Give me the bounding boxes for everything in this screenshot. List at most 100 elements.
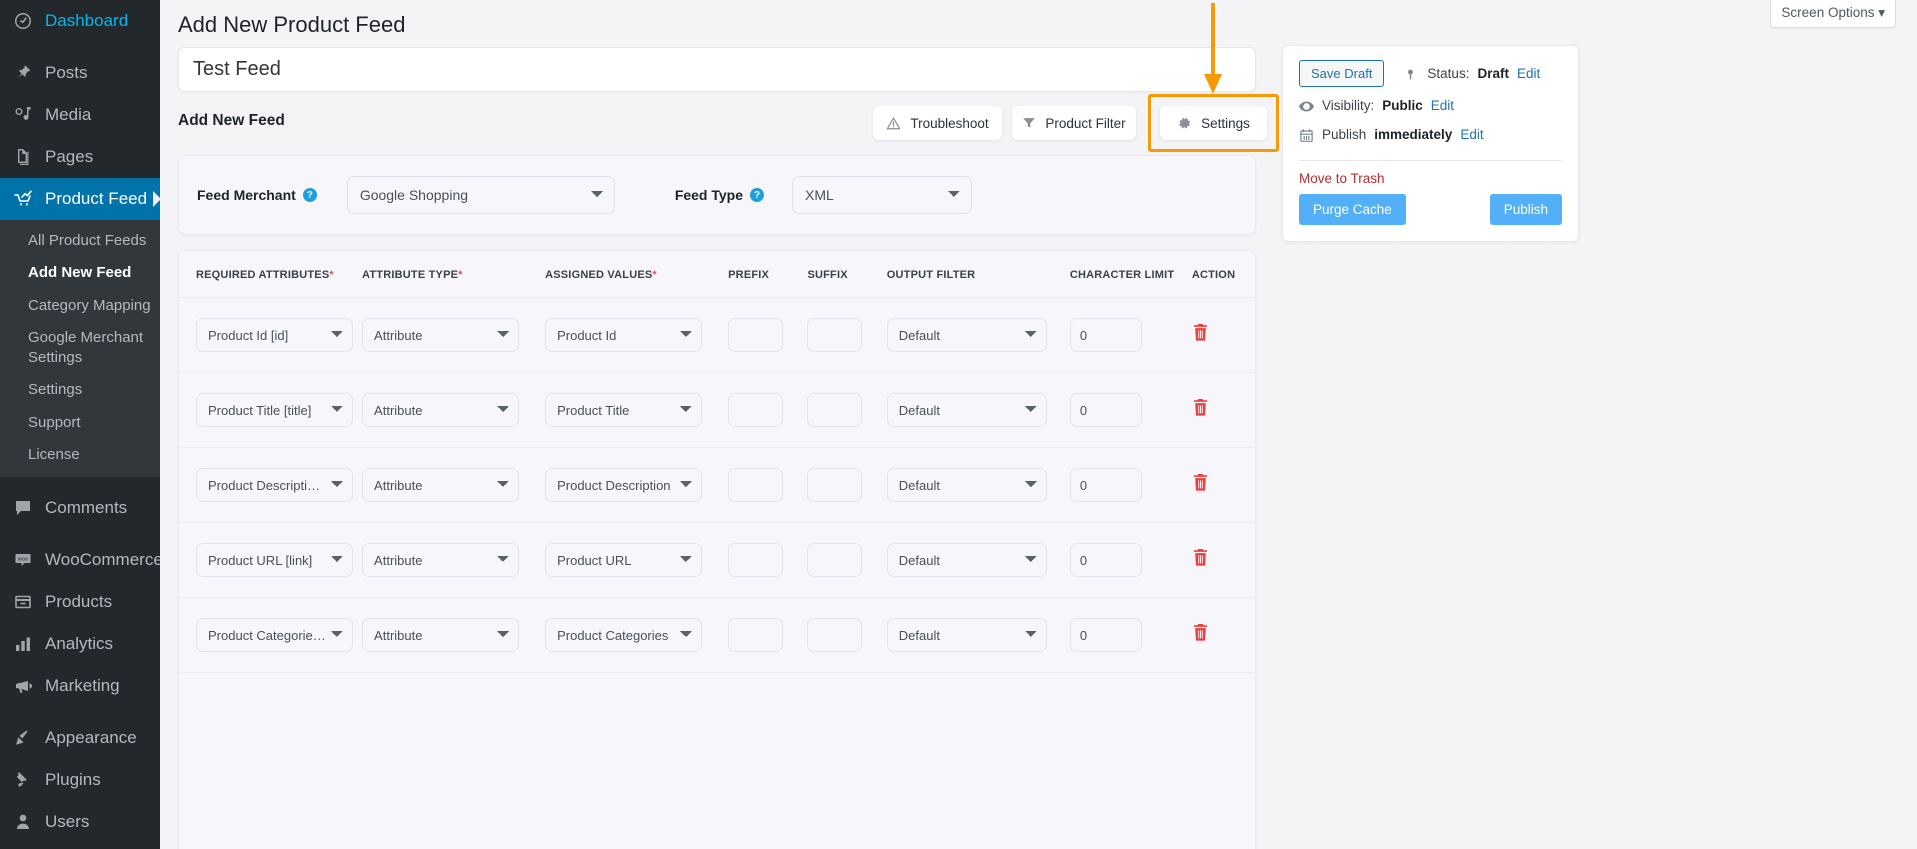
sidebar-item-woocommerce[interactable]: woo WooCommerce	[0, 539, 160, 581]
suffix-input[interactable]	[807, 393, 863, 427]
product-filter-button[interactable]: Product Filter	[1012, 106, 1136, 140]
screen-options-button[interactable]: Screen Options ▾	[1770, 0, 1896, 28]
sidebar-item-tools[interactable]: Tools	[0, 843, 160, 849]
cell-action	[1191, 522, 1255, 598]
cell-action	[1191, 372, 1255, 448]
sidebar-item-appearance[interactable]: Appearance	[0, 717, 160, 759]
help-icon-merchant[interactable]: ?	[302, 188, 317, 202]
assigned-value-select[interactable]: Product URL	[545, 543, 703, 577]
required-marker: *	[329, 269, 334, 281]
submenu-item-support[interactable]: Support	[0, 407, 160, 439]
col-attribute-type: ATTRIBUTE TYPE*	[362, 251, 546, 298]
sidebar-item-product-feed[interactable]: Product Feed	[0, 178, 160, 220]
sidebar-item-posts[interactable]: Posts	[0, 52, 160, 94]
sidebar-item-pages[interactable]: Pages	[0, 136, 160, 178]
attribute-type-select[interactable]: Attribute	[362, 468, 520, 502]
admin-sidebar: Dashboard Posts Media Pages Product Feed	[0, 0, 160, 849]
feed-type-select[interactable]: XML	[792, 176, 973, 214]
status-edit-link[interactable]: Edit	[1517, 64, 1540, 84]
troubleshoot-button[interactable]: Troubleshoot	[873, 106, 1002, 140]
required-attribute-select[interactable]: Product Categories [product_type]	[196, 618, 353, 652]
assigned-value-select[interactable]: Product Description	[545, 468, 703, 502]
cell-prefix	[728, 522, 808, 598]
sidebar-item-media[interactable]: Media	[0, 94, 160, 136]
assigned-value-select[interactable]: Product Title	[545, 393, 703, 427]
help-icon-feed-type[interactable]: ?	[750, 188, 765, 202]
delete-row-button[interactable]	[1192, 623, 1209, 642]
save-draft-button[interactable]: Save Draft	[1299, 60, 1385, 87]
warning-triangle-icon	[886, 116, 901, 131]
prefix-input[interactable]	[728, 618, 784, 652]
marketing-icon	[13, 675, 39, 697]
delete-row-button[interactable]	[1192, 548, 1209, 567]
suffix-input[interactable]	[807, 468, 863, 502]
gear-icon	[1177, 116, 1192, 131]
character-limit-input[interactable]	[1069, 618, 1142, 652]
cell-output-filter: Default	[886, 297, 1070, 373]
sidebar-item-users[interactable]: Users	[0, 801, 160, 843]
output-filter-select[interactable]: Default	[886, 468, 1047, 502]
prefix-input[interactable]	[728, 393, 784, 427]
submenu-item-license[interactable]: License	[0, 439, 160, 471]
status-line: Status: Draft Edit	[1404, 64, 1540, 84]
feed-merchant-select[interactable]: Google Shopping	[346, 176, 615, 214]
sidebar-label: Dashboard	[45, 11, 129, 30]
sidebar-label: Media	[45, 105, 92, 124]
submenu-item-category-mapping[interactable]: Category Mapping	[0, 290, 160, 322]
visibility-edit-link[interactable]: Edit	[1431, 96, 1454, 116]
attribute-type-select[interactable]: Attribute	[362, 618, 520, 652]
prefix-input[interactable]	[728, 318, 784, 352]
character-limit-input[interactable]	[1069, 318, 1142, 352]
suffix-input[interactable]	[807, 543, 863, 577]
output-filter-select[interactable]: Default	[886, 393, 1047, 427]
assigned-value-select[interactable]: Product Categories	[545, 618, 703, 652]
feed-title-input[interactable]	[178, 47, 1256, 92]
cell-required-attribute: Product Description [description]	[179, 447, 363, 523]
suffix-input[interactable]	[807, 318, 863, 352]
menu-separator	[0, 477, 160, 487]
character-limit-input[interactable]	[1069, 393, 1142, 427]
prefix-input[interactable]	[728, 468, 784, 502]
submenu-item-google-merchant-settings[interactable]: Google Merchant Settings	[0, 322, 160, 375]
prefix-input[interactable]	[728, 543, 784, 577]
attribute-type-select[interactable]: Attribute	[362, 393, 520, 427]
required-attribute-select[interactable]: Product Id [id]	[196, 318, 353, 352]
output-filter-select[interactable]: Default	[886, 618, 1047, 652]
sidebar-item-dashboard[interactable]: Dashboard	[0, 0, 160, 42]
submenu-item-all-product-feeds[interactable]: All Product Feeds	[0, 225, 160, 257]
sidebar-item-analytics[interactable]: Analytics	[0, 623, 160, 665]
product-feed-submenu: All Product Feeds Add New Feed Category …	[0, 220, 160, 477]
publish-edit-link[interactable]: Edit	[1460, 125, 1483, 145]
table-row: Product Description [description] Attribu…	[179, 447, 1255, 523]
sidebar-item-products[interactable]: Products	[0, 581, 160, 623]
move-to-trash-link[interactable]: Move to Trash	[1299, 171, 1385, 186]
sidebar-item-marketing[interactable]: Marketing	[0, 665, 160, 707]
suffix-input[interactable]	[807, 618, 863, 652]
character-limit-input[interactable]	[1069, 468, 1142, 502]
settings-button[interactable]: Settings	[1160, 106, 1267, 140]
assigned-value-select[interactable]: Product Id	[545, 318, 703, 352]
cell-required-attribute: Product Id [id]	[179, 297, 363, 373]
submenu-item-settings[interactable]: Settings	[0, 374, 160, 406]
cell-character-limit	[1069, 447, 1192, 523]
submenu-item-add-new-feed[interactable]: Add New Feed	[0, 257, 160, 289]
delete-row-button[interactable]	[1192, 473, 1209, 492]
required-attribute-select[interactable]: Product Title [title]	[196, 393, 353, 427]
attribute-type-select[interactable]: Attribute	[362, 543, 520, 577]
sidebar-label: Analytics	[45, 634, 114, 653]
sidebar-item-plugins[interactable]: Plugins	[0, 759, 160, 801]
sidebar-label: Products	[45, 592, 113, 611]
delete-row-button[interactable]	[1192, 398, 1209, 417]
character-limit-input[interactable]	[1069, 543, 1142, 577]
output-filter-select[interactable]: Default	[886, 543, 1047, 577]
required-attribute-select[interactable]: Product Description [description]	[196, 468, 353, 502]
required-attribute-select[interactable]: Product URL [link]	[196, 543, 353, 577]
delete-row-button[interactable]	[1192, 323, 1209, 342]
purge-cache-button[interactable]: Purge Cache	[1299, 193, 1406, 225]
comments-icon	[13, 497, 39, 519]
attribute-type-select[interactable]: Attribute	[362, 318, 520, 352]
sidebar-item-comments[interactable]: Comments	[0, 487, 160, 529]
publish-button[interactable]: Publish	[1489, 193, 1562, 225]
cell-character-limit	[1069, 522, 1192, 598]
output-filter-select[interactable]: Default	[886, 318, 1047, 352]
